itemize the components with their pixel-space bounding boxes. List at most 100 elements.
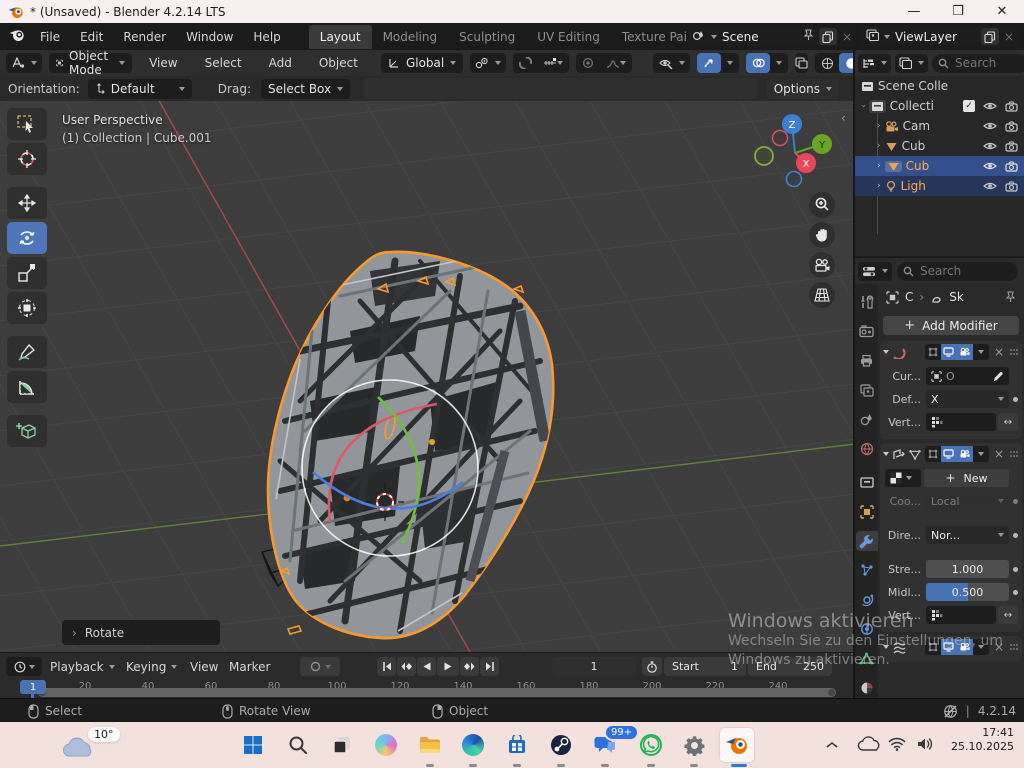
tool-rotate[interactable]	[7, 222, 47, 254]
tab-object[interactable]	[856, 502, 878, 522]
file-explorer-button[interactable]	[413, 728, 447, 762]
use-preview-range-toggle[interactable]	[642, 657, 662, 676]
properties-search-input[interactable]	[918, 262, 988, 281]
expand-icon[interactable]: ›	[877, 141, 881, 151]
eye-icon[interactable]	[983, 161, 997, 171]
view-menu[interactable]: View	[190, 657, 218, 676]
tool-add-cube[interactable]	[7, 415, 47, 447]
tab-render[interactable]	[856, 321, 878, 341]
eye-icon[interactable]	[983, 121, 997, 131]
modifier-header[interactable]: ×	[880, 636, 1022, 658]
overlays-dropdown[interactable]	[770, 53, 788, 73]
tab-constraints[interactable]	[856, 619, 878, 639]
eyedropper-icon[interactable]	[993, 371, 1004, 382]
view-layer-selector[interactable]: ViewLayer ×	[862, 26, 1018, 47]
outliner-display-mode-button[interactable]	[895, 54, 928, 73]
new-view-layer-button[interactable]	[981, 28, 999, 45]
checkbox-icon[interactable]: ✓	[963, 100, 975, 112]
outliner-search[interactable]	[932, 54, 1024, 73]
tab-output[interactable]	[856, 351, 878, 371]
navigate-gizmo-toggle[interactable]	[697, 53, 721, 73]
tray-expand-icon[interactable]	[826, 738, 838, 752]
scene-selector[interactable]: Scene ×	[688, 26, 856, 47]
edit-mode-toggle[interactable]	[925, 639, 941, 655]
auto-keying-toggle[interactable]	[300, 657, 340, 676]
orthographic-toggle-button[interactable]	[809, 282, 835, 308]
axis-neg-y-ball[interactable]	[755, 147, 773, 165]
navigation-gizmo[interactable]: Z Y X	[745, 105, 845, 200]
menu-window[interactable]: Window	[176, 26, 243, 48]
tab-material[interactable]	[856, 678, 878, 698]
menu-add[interactable]: Add	[259, 52, 302, 74]
delete-modifier-icon[interactable]: ×	[994, 345, 1004, 359]
tool-cursor[interactable]	[7, 143, 47, 175]
viewport-3d[interactable]: User Perspective (1) Collection | Cube.0…	[0, 101, 853, 652]
current-frame-field[interactable]: 1	[552, 657, 636, 676]
animate-dot[interactable]	[1013, 499, 1018, 504]
menu-edit[interactable]: Edit	[70, 26, 113, 48]
weather-temperature[interactable]: 10°	[88, 727, 120, 742]
axis-neg-x-ball[interactable]	[773, 131, 788, 146]
marker-menu[interactable]: Marker	[229, 657, 270, 676]
camera-view-button[interactable]	[809, 252, 835, 278]
delete-modifier-icon[interactable]: ×	[994, 447, 1004, 461]
xray-toggle[interactable]	[795, 53, 808, 73]
tool-transform[interactable]	[7, 292, 47, 324]
animate-dot[interactable]	[1013, 567, 1018, 572]
tool-annotate[interactable]	[7, 336, 47, 368]
vertex-group-field[interactable]	[926, 413, 996, 431]
start-frame-field[interactable]: Start1	[664, 657, 746, 676]
search-button[interactable]	[281, 728, 315, 762]
texture-browse-dropdown[interactable]	[885, 469, 921, 487]
tab-modifiers[interactable]	[856, 531, 878, 551]
outliner-row-scene-collection[interactable]: Scene Colle	[855, 76, 1024, 96]
menu-help[interactable]: Help	[243, 26, 290, 48]
axis-neg-z-ball[interactable]	[787, 172, 802, 187]
edge-button[interactable]	[456, 728, 490, 762]
drag-handle-icon[interactable]	[1009, 348, 1019, 356]
menu-file[interactable]: File	[30, 26, 70, 48]
extras-dropdown[interactable]	[973, 446, 989, 462]
mode-selector[interactable]: Object Mode	[49, 53, 132, 73]
workspace-tab-layout[interactable]: Layout	[309, 25, 372, 49]
tab-collection[interactable]	[856, 472, 878, 492]
expand-icon[interactable]: ›	[858, 104, 868, 108]
menu-view[interactable]: View	[139, 52, 187, 74]
collapse-icon[interactable]	[883, 350, 889, 354]
timeline-editor-type-button[interactable]	[6, 657, 42, 676]
play-reverse-button[interactable]	[417, 657, 436, 676]
animate-dot[interactable]	[1013, 590, 1018, 595]
camera-visibility-icon[interactable]	[1005, 121, 1018, 132]
tab-particles[interactable]	[856, 560, 878, 580]
outliner-row-collection[interactable]: › Collecti ✓	[855, 96, 1024, 116]
new-scene-button[interactable]	[819, 28, 837, 45]
copilot-button[interactable]	[369, 728, 403, 762]
camera-visibility-icon[interactable]	[1005, 161, 1018, 172]
task-view-button[interactable]	[325, 728, 359, 762]
tab-view-layer[interactable]	[856, 380, 878, 400]
onedrive-tray-icon[interactable]	[856, 736, 880, 755]
new-texture-button[interactable]: + New	[924, 469, 1009, 487]
jump-to-start-button[interactable]	[377, 657, 396, 676]
prev-keyframe-button[interactable]	[397, 657, 416, 676]
unlink-scene-icon[interactable]: ×	[842, 30, 852, 44]
maximize-button[interactable]: ❐	[936, 0, 980, 23]
tab-scene[interactable]	[856, 409, 878, 429]
remove-view-layer-icon[interactable]: ×	[1004, 30, 1014, 44]
settings-button[interactable]	[677, 728, 711, 762]
end-frame-field[interactable]: End250	[748, 657, 832, 676]
expand-icon[interactable]: ›	[877, 161, 881, 171]
properties-search[interactable]	[897, 262, 1018, 281]
viewport-scene[interactable]	[0, 101, 853, 652]
eye-icon[interactable]	[983, 181, 997, 191]
realtime-toggle[interactable]	[941, 639, 957, 655]
invert-vgroup-button[interactable]: ↔	[998, 606, 1018, 624]
outliner-row-camera[interactable]: › Cam	[855, 116, 1024, 136]
animate-dot[interactable]	[1013, 397, 1018, 402]
collapse-icon[interactable]	[883, 452, 889, 456]
camera-visibility-icon[interactable]	[1005, 181, 1018, 192]
workspace-tab-uv-editing[interactable]: UV Editing	[526, 25, 611, 49]
scrollbar-handle-right[interactable]	[828, 689, 835, 696]
extras-dropdown[interactable]	[973, 344, 989, 360]
tool-move[interactable]	[7, 187, 47, 219]
